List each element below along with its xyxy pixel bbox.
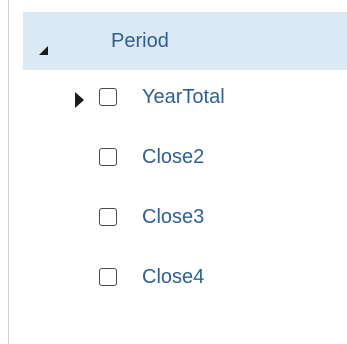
tree-item-close4[interactable]: Close4	[23, 250, 347, 310]
collapse-triangle-icon[interactable]	[39, 46, 48, 55]
checkbox-icon[interactable]	[99, 88, 117, 106]
panel-left-border	[8, 0, 9, 344]
checkbox-icon[interactable]	[99, 208, 117, 226]
tree-item-label[interactable]: Close2	[142, 145, 204, 169]
tree-root-period[interactable]: Period	[23, 12, 347, 70]
expand-triangle-icon[interactable]	[75, 92, 84, 108]
tree-root-label: Period	[111, 30, 169, 52]
tree-item-close3[interactable]: Close3	[23, 190, 347, 250]
tree-item-label[interactable]: Close4	[142, 265, 204, 289]
checkbox-icon[interactable]	[99, 268, 117, 286]
tree-item-close2[interactable]: Close2	[23, 130, 347, 190]
tree-item-yeartotal[interactable]: YearTotal	[23, 70, 347, 130]
checkbox-icon[interactable]	[99, 148, 117, 166]
dimension-tree: Period YearTotal Close2 Close3 Close4	[23, 12, 347, 310]
tree-item-label[interactable]: YearTotal	[142, 85, 225, 109]
tree-item-label[interactable]: Close3	[142, 205, 204, 229]
